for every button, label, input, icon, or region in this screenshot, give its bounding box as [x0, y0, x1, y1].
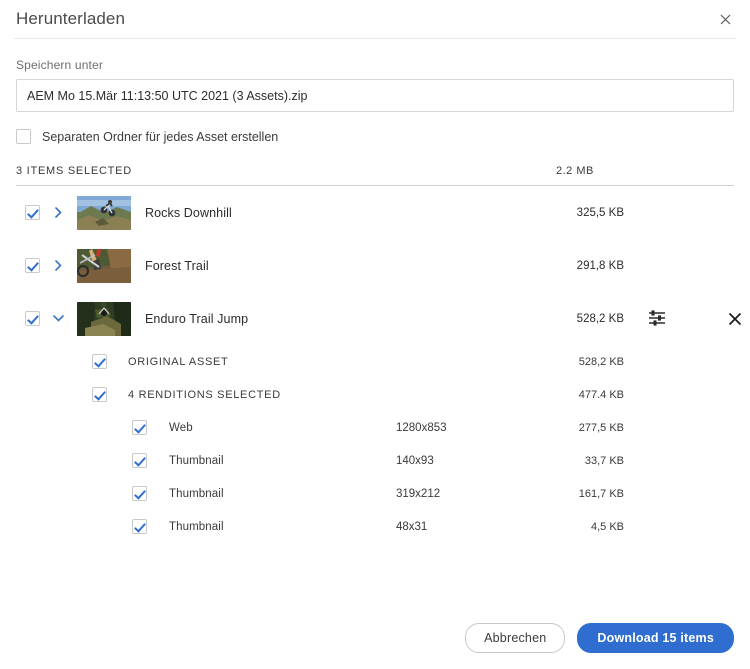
- asset-thumbnail: [77, 301, 131, 336]
- page-title: Herunterladen: [16, 9, 126, 28]
- list-item[interactable]: ORIGINAL ASSET 528,2 KB: [16, 345, 734, 378]
- separate-folder-checkbox[interactable]: [16, 129, 31, 144]
- asset-checkbox[interactable]: [25, 311, 40, 326]
- rendition-dimensions: 140x93: [396, 454, 434, 467]
- asset-list: Rocks Downhill 325,5 KB Forest Trail 291…: [16, 186, 742, 543]
- chevron-right-icon[interactable]: [49, 260, 67, 271]
- asset-name: Rocks Downhill: [145, 205, 232, 220]
- asset-size: 291,8 KB: [576, 259, 624, 272]
- original-asset-checkbox[interactable]: [92, 354, 107, 369]
- rendition-checkbox[interactable]: [132, 453, 147, 468]
- asset-checkbox[interactable]: [25, 205, 40, 220]
- expanded-detail: ORIGINAL ASSET 528,2 KB 4 RENDITIONS SEL…: [16, 345, 734, 543]
- list-item[interactable]: Web 1280x853 277,5 KB: [16, 411, 734, 444]
- rendition-dimensions: 319x212: [396, 487, 441, 500]
- asset-thumbnail: [77, 248, 131, 283]
- download-dialog: Herunterladen Speichern unter Separaten …: [0, 0, 750, 669]
- table-row[interactable]: Rocks Downhill 325,5 KB: [16, 186, 734, 239]
- rendition-name: Thumbnail: [169, 520, 224, 533]
- rendition-checkbox[interactable]: [132, 420, 147, 435]
- dialog-header: Herunterladen: [0, 0, 750, 38]
- rendition-size: 4,5 KB: [590, 520, 624, 533]
- rendition-name: Thumbnail: [169, 454, 224, 467]
- original-asset-label: ORIGINAL ASSET: [128, 355, 229, 368]
- cancel-button[interactable]: Abbrechen: [465, 623, 566, 653]
- sliders-icon[interactable]: [647, 308, 669, 330]
- separate-folder-option[interactable]: Separaten Ordner für jedes Asset erstell…: [16, 129, 734, 144]
- chevron-down-icon[interactable]: [49, 315, 67, 322]
- list-item[interactable]: Thumbnail 140x93 33,7 KB: [16, 444, 734, 477]
- renditions-group-size: 477.4 KB: [578, 388, 624, 401]
- close-icon[interactable]: [714, 8, 736, 30]
- asset-size: 325,5 KB: [576, 206, 624, 219]
- total-size: 2.2 MB: [556, 165, 594, 177]
- dialog-footer: Abbrechen Download 15 items: [0, 607, 750, 669]
- asset-name: Enduro Trail Jump: [145, 311, 249, 326]
- items-selected-label: 3 ITEMS SELECTED: [16, 165, 132, 177]
- selection-summary: 3 ITEMS SELECTED 2.2 MB: [16, 165, 734, 186]
- asset-thumbnail: [77, 195, 131, 230]
- rendition-checkbox[interactable]: [132, 519, 147, 534]
- asset-checkbox[interactable]: [25, 258, 40, 273]
- table-row[interactable]: Enduro Trail Jump 528,2 KB: [16, 292, 742, 345]
- list-item[interactable]: Thumbnail 319x212 161,7 KB: [16, 477, 734, 510]
- rendition-checkbox[interactable]: [132, 486, 147, 501]
- renditions-group-label: 4 RENDITIONS SELECTED: [128, 388, 281, 401]
- rendition-name: Web: [169, 421, 193, 434]
- rendition-dimensions: 1280x853: [396, 421, 447, 434]
- filename-input[interactable]: [16, 79, 734, 112]
- rendition-dimensions: 48x31: [396, 520, 428, 533]
- asset-size: 528,2 KB: [576, 312, 624, 325]
- rendition-size: 33,7 KB: [584, 454, 624, 467]
- download-button[interactable]: Download 15 items: [577, 623, 734, 653]
- renditions-group-checkbox[interactable]: [92, 387, 107, 402]
- chevron-right-icon[interactable]: [49, 207, 67, 218]
- header-divider: [14, 38, 736, 39]
- table-row[interactable]: Forest Trail 291,8 KB: [16, 239, 734, 292]
- dialog-body: Speichern unter Separaten Ordner für jed…: [0, 58, 750, 543]
- remove-asset-icon[interactable]: [724, 308, 746, 330]
- rendition-name: Thumbnail: [169, 487, 224, 500]
- rendition-size: 161,7 KB: [578, 487, 624, 500]
- separate-folder-label: Separaten Ordner für jedes Asset erstell…: [42, 129, 279, 144]
- list-item[interactable]: 4 RENDITIONS SELECTED 477.4 KB: [16, 378, 734, 411]
- list-item[interactable]: Thumbnail 48x31 4,5 KB: [16, 510, 734, 543]
- asset-name: Forest Trail: [145, 258, 209, 273]
- save-as-label: Speichern unter: [16, 58, 103, 72]
- rendition-size: 277,5 KB: [578, 421, 624, 434]
- original-asset-size: 528,2 KB: [578, 355, 624, 368]
